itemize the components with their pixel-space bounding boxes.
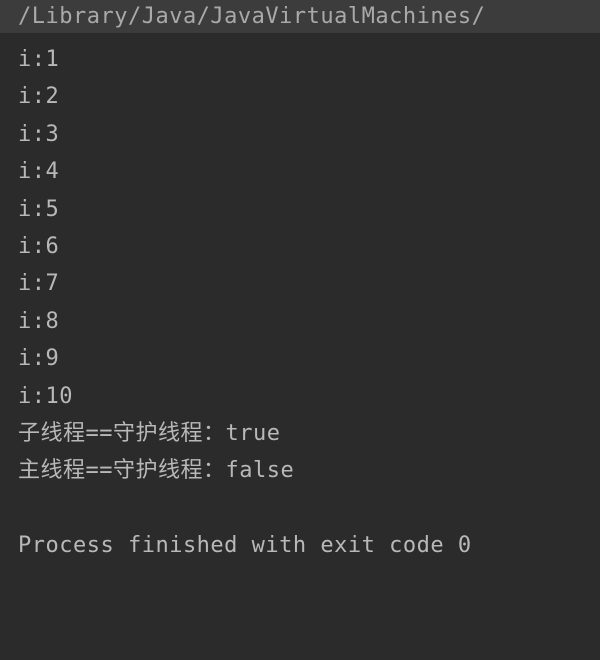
output-line: i:5 <box>18 191 582 228</box>
output-line: 主线程==守护线程：false <box>18 452 582 489</box>
output-line: 子线程==守护线程：true <box>18 415 582 452</box>
output-line: i:8 <box>18 303 582 340</box>
console-output: i:1 i:2 i:3 i:4 i:5 i:6 i:7 i:8 i:9 i:10… <box>0 33 600 572</box>
output-line: i:9 <box>18 340 582 377</box>
output-line: i:4 <box>18 153 582 190</box>
blank-line <box>18 490 582 527</box>
output-line: i:7 <box>18 265 582 302</box>
output-line: i:2 <box>18 78 582 115</box>
output-line: i:1 <box>18 41 582 78</box>
output-line: i:10 <box>18 378 582 415</box>
console-header-path: /Library/Java/JavaVirtualMachines/ <box>0 0 600 33</box>
process-finished-line: Process finished with exit code 0 <box>18 527 582 564</box>
output-line: i:6 <box>18 228 582 265</box>
output-line: i:3 <box>18 116 582 153</box>
